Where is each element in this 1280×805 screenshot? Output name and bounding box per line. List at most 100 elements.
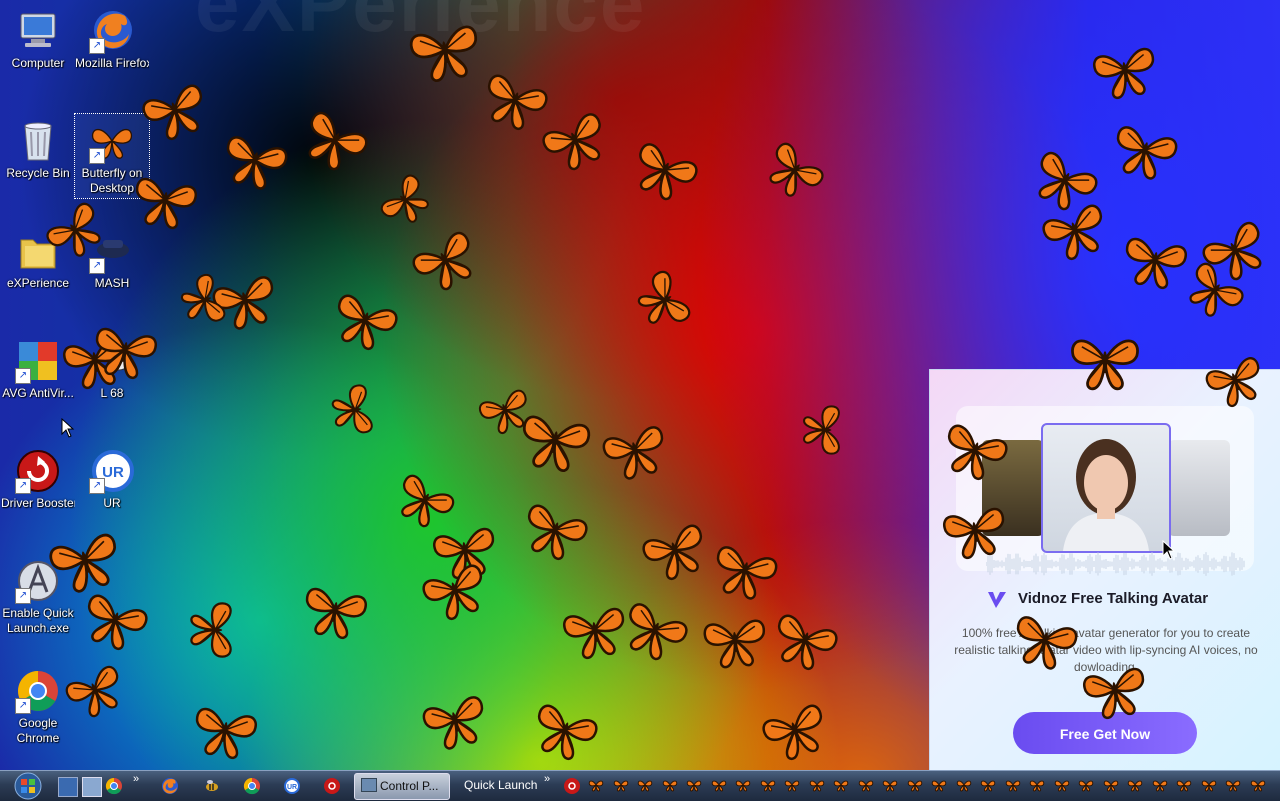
butterfly-icon xyxy=(632,510,718,590)
svg-text:UR: UR xyxy=(287,784,297,791)
shortcut-arrow-icon: ↗ xyxy=(15,588,31,604)
butterfly-icon xyxy=(621,128,710,212)
icon-label: Google Chrome xyxy=(16,716,60,745)
taskbar-quick-launch-toolbar[interactable]: Quick Launch xyxy=(455,773,548,798)
svg-text:UR: UR xyxy=(102,464,124,481)
firefox-task-icon[interactable] xyxy=(161,777,179,795)
desktop-icon-ur[interactable]: UR ↗ UR xyxy=(75,444,149,511)
butterfly-icon xyxy=(762,600,848,680)
butterfly-icon xyxy=(400,217,491,304)
butterfly-tray-icon[interactable] xyxy=(980,778,996,792)
chrome-task-icon[interactable] xyxy=(243,777,261,795)
butterfly-tray-icon[interactable] xyxy=(1225,778,1241,792)
butterfly-tray-icon[interactable] xyxy=(784,778,800,792)
butterfly-tray-icon[interactable] xyxy=(907,778,923,792)
butterfly-icon xyxy=(752,690,838,770)
butterfly-tray-icon[interactable] xyxy=(882,778,898,792)
icon-label: Enable Quick Launch.exe xyxy=(2,606,74,635)
show-desktop-icon[interactable] xyxy=(58,777,78,797)
shortcut-arrow-icon: ↗ xyxy=(15,478,31,494)
butterfly-tray-icon[interactable] xyxy=(1078,778,1094,792)
desktop-icon-firefox[interactable]: ↗ Mozilla Firefox xyxy=(75,4,149,71)
butterfly-icon xyxy=(801,402,849,458)
butterfly-tray-icon[interactable] xyxy=(1005,778,1021,792)
desktop-icon-driver-booster[interactable]: ↗ Driver Booster 10 xyxy=(1,444,75,511)
driver-booster-task-icon[interactable] xyxy=(323,777,341,795)
butterfly-icon xyxy=(698,607,773,673)
butterfly-tray-icon[interactable] xyxy=(1103,778,1119,792)
butterfly-tray-icon[interactable] xyxy=(1152,778,1168,792)
taskbar: » UR Control P... Quick Launch » xyxy=(0,770,1280,801)
butterfly-app-icon: ↗ xyxy=(89,118,135,164)
butterfly-icon xyxy=(327,378,384,441)
butterfly-icon xyxy=(593,412,676,488)
desktop-background: eXPerience Computer ↗ Mozilla Firefox Re… xyxy=(0,0,1280,770)
icon-label: Computer xyxy=(11,56,65,70)
driver-booster-tray-icon[interactable] xyxy=(563,777,581,795)
ur-task-icon[interactable]: UR xyxy=(283,777,301,795)
butterfly-icon xyxy=(125,164,204,235)
icon-label: eXPerience xyxy=(6,276,70,290)
computer-icon xyxy=(15,8,61,54)
icon-label: Recycle Bin xyxy=(6,166,70,180)
butterfly-tray-icon[interactable] xyxy=(662,778,678,792)
control-panel-icon xyxy=(361,778,377,792)
desktop-icon-computer[interactable]: Computer xyxy=(1,4,75,71)
icon-label: Mozilla Firefox xyxy=(75,56,149,70)
butterfly-icon xyxy=(703,532,786,608)
butterfly-icon xyxy=(1085,34,1164,105)
butterfly-tray-icon[interactable] xyxy=(711,778,727,792)
butterfly-tray-icon[interactable] xyxy=(1176,778,1192,792)
start-button[interactable] xyxy=(6,772,44,800)
chrome-icon: ↗ xyxy=(15,668,61,714)
butterfly-tray-icon[interactable] xyxy=(956,778,972,792)
quicklaunch-chevron-icon[interactable]: » xyxy=(133,773,139,785)
ur-browser-icon: UR ↗ xyxy=(89,448,135,494)
butterfly-tray-icon[interactable] xyxy=(588,778,604,792)
bee-task-icon[interactable] xyxy=(203,777,221,795)
icon-label: Driver Booster 10 xyxy=(1,496,75,510)
taskbar-control-panel-button[interactable]: Control P... xyxy=(354,773,450,800)
butterfly-icon xyxy=(85,314,164,385)
butterfly-icon xyxy=(1075,654,1154,725)
butterfly-tray-icon[interactable] xyxy=(613,778,629,792)
butterfly-icon xyxy=(512,490,598,570)
butterfly-tray-icon[interactable] xyxy=(1201,778,1217,792)
toolbar-chevron-icon[interactable]: » xyxy=(544,773,550,785)
butterfly-tray-icon[interactable] xyxy=(1054,778,1070,792)
butterfly-tray-icon[interactable] xyxy=(760,778,776,792)
woman-avatar-image xyxy=(1041,423,1171,553)
butterfly-icon xyxy=(213,122,296,198)
icon-label: MASH xyxy=(94,276,130,290)
butterfly-icon xyxy=(295,574,374,645)
ad-title: Vidnoz Free Talking Avatar xyxy=(1018,590,1209,607)
butterfly-icon xyxy=(322,280,408,360)
butterfly-icon xyxy=(522,690,608,770)
butterfly-tray-icon[interactable] xyxy=(809,778,825,792)
butterfly-tray-icon[interactable] xyxy=(735,778,751,792)
butterfly-tray-icon[interactable] xyxy=(637,778,653,792)
butterfly-tray-icon[interactable] xyxy=(1127,778,1143,792)
recycle-bin-icon xyxy=(15,118,61,164)
butterfly-tray-icon[interactable] xyxy=(858,778,874,792)
mouse-cursor-icon xyxy=(1162,540,1176,560)
butterfly-tray-icon[interactable] xyxy=(1250,778,1266,792)
butterfly-tray-icon[interactable] xyxy=(686,778,702,792)
firefox-icon: ↗ xyxy=(89,8,135,54)
butterfly-icon xyxy=(290,97,381,184)
butterfly-tray-icon[interactable] xyxy=(931,778,947,792)
chrome-quicklaunch-icon[interactable] xyxy=(105,777,123,795)
switch-windows-icon[interactable] xyxy=(82,777,102,797)
butterfly-tray-icon[interactable] xyxy=(1029,778,1045,792)
audio-waveform xyxy=(986,552,1245,576)
butterfly-icon xyxy=(188,599,242,662)
desktop-icon-recycle-bin[interactable]: Recycle Bin xyxy=(1,114,75,181)
butterfly-icon xyxy=(413,682,496,758)
task-label: Quick Launch xyxy=(464,778,538,792)
man-avatar-thumbnail xyxy=(1168,440,1230,536)
mouse-cursor-icon xyxy=(61,418,75,438)
shortcut-arrow-icon: ↗ xyxy=(15,698,31,714)
butterfly-icon xyxy=(754,129,837,211)
butterfly-icon xyxy=(369,163,442,237)
butterfly-tray-icon[interactable] xyxy=(833,778,849,792)
